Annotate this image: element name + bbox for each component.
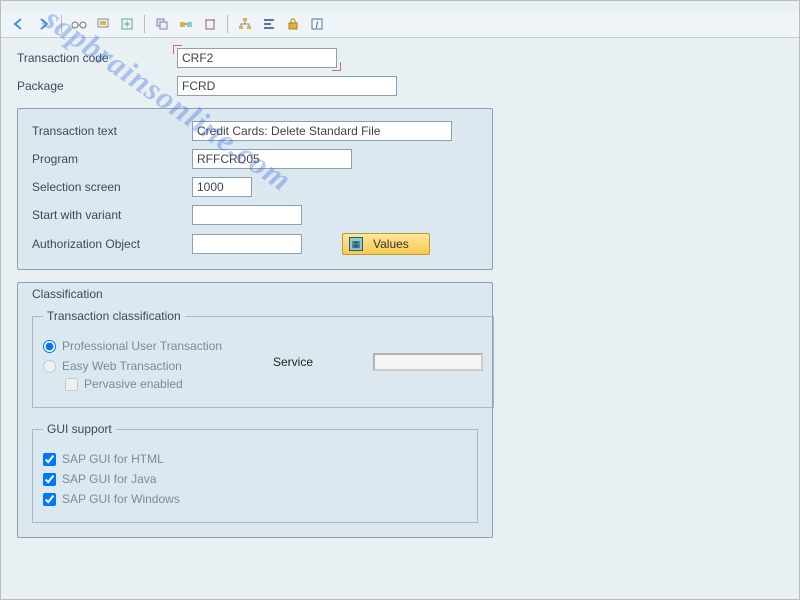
- create-icon[interactable]: [116, 14, 138, 34]
- back-icon[interactable]: [9, 14, 31, 34]
- gui-win-row: SAP GUI for Windows: [43, 492, 467, 506]
- gui-java-check[interactable]: [43, 473, 56, 486]
- toolbar-sep: [144, 15, 145, 33]
- row-variant: Start with variant: [32, 205, 478, 225]
- forward-icon[interactable]: [33, 14, 55, 34]
- gui-java-label: SAP GUI for Java: [62, 472, 156, 486]
- ttext-label: Transaction text: [32, 124, 192, 138]
- align-icon[interactable]: [258, 14, 280, 34]
- content-area: Transaction code Package Transaction tex…: [1, 38, 799, 548]
- gui-html-row: SAP GUI for HTML: [43, 452, 467, 466]
- package-label: Package: [17, 79, 177, 93]
- program-input[interactable]: [192, 149, 352, 169]
- gui-legend: GUI support: [43, 422, 116, 436]
- tc-legend: Transaction classification: [43, 309, 185, 323]
- ttext-input[interactable]: [192, 121, 452, 141]
- delete-icon[interactable]: [199, 14, 221, 34]
- pervasive-check: [65, 378, 78, 391]
- toolbar: i: [1, 11, 799, 38]
- lock-icon[interactable]: [282, 14, 304, 34]
- display-icon[interactable]: [92, 14, 114, 34]
- gui-support-fieldset: GUI support SAP GUI for HTML SAP GUI for…: [32, 422, 478, 523]
- variant-label: Start with variant: [32, 208, 192, 222]
- package-input[interactable]: [177, 76, 397, 96]
- gui-html-check[interactable]: [43, 453, 56, 466]
- assign-icon[interactable]: [175, 14, 197, 34]
- tcode-input[interactable]: [177, 48, 337, 68]
- info-icon[interactable]: i: [306, 14, 328, 34]
- gui-win-check[interactable]: [43, 493, 56, 506]
- glasses-icon[interactable]: [68, 14, 90, 34]
- selscreen-label: Selection screen: [32, 180, 192, 194]
- transaction-classification-fieldset: Transaction classification Professional …: [32, 309, 494, 408]
- pervasive-label: Pervasive enabled: [84, 377, 183, 391]
- classification-group: Classification Transaction classificatio…: [17, 282, 493, 538]
- service-label: Service: [273, 355, 373, 369]
- row-program: Program: [32, 149, 478, 169]
- tcode-label: Transaction code: [17, 51, 177, 65]
- radio-prof-label: Professional User Transaction: [62, 339, 222, 353]
- service-row: Service: [273, 353, 483, 371]
- radio-easy: [43, 360, 56, 373]
- values-icon: ▦: [349, 237, 363, 251]
- toolbar-sep: [227, 15, 228, 33]
- radio-prof-row: Professional User Transaction: [43, 339, 483, 353]
- gui-win-label: SAP GUI for Windows: [62, 492, 180, 506]
- svg-text:i: i: [316, 17, 319, 31]
- details-group: Transaction text Program Selection scree…: [17, 108, 493, 270]
- service-input: [373, 353, 483, 371]
- authobj-label: Authorization Object: [32, 237, 192, 251]
- variant-input[interactable]: [192, 205, 302, 225]
- gui-java-row: SAP GUI for Java: [43, 472, 467, 486]
- radio-easy-label: Easy Web Transaction: [62, 359, 182, 373]
- toolbar-sep: [61, 15, 62, 33]
- program-label: Program: [32, 152, 192, 166]
- gui-html-label: SAP GUI for HTML: [62, 452, 164, 466]
- values-button-label: Values: [373, 237, 409, 251]
- row-authobj: Authorization Object ▦ Values: [32, 233, 478, 255]
- row-package: Package: [17, 76, 783, 96]
- row-tcode: Transaction code: [17, 48, 783, 68]
- row-ttext: Transaction text: [32, 121, 478, 141]
- copy-icon[interactable]: [151, 14, 173, 34]
- pervasive-row: Pervasive enabled: [65, 377, 483, 391]
- row-selscreen: Selection screen: [32, 177, 478, 197]
- classification-title: Classification: [32, 287, 478, 301]
- authobj-input[interactable]: [192, 234, 302, 254]
- selscreen-input[interactable]: [192, 177, 252, 197]
- hierarchy-icon[interactable]: [234, 14, 256, 34]
- radio-prof[interactable]: [43, 340, 56, 353]
- values-button[interactable]: ▦ Values: [342, 233, 430, 255]
